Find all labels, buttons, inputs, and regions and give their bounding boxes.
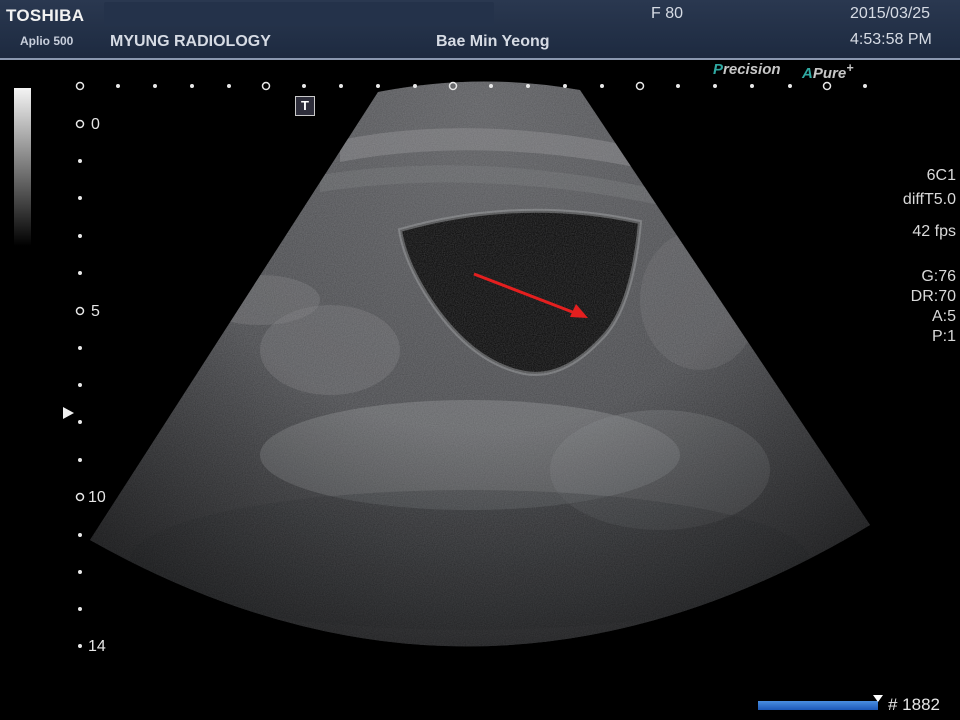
precision-mode-label: Precision: [713, 61, 781, 78]
depth-label-5: 5: [91, 303, 100, 320]
dynamic-range-label: DR:70: [910, 288, 956, 305]
cine-position-marker-icon[interactable]: [873, 695, 883, 702]
depth-label-0: 0: [91, 116, 100, 133]
p-param-label: P:1: [931, 328, 956, 345]
cine-progress-bar[interactable]: [758, 701, 878, 710]
probe-label: 6C1: [926, 167, 956, 184]
focus-marker-icon: [63, 407, 74, 419]
gain-label: G:76: [921, 268, 956, 285]
apure-mode-label: APure+: [802, 61, 854, 82]
a-param-label: A:5: [931, 308, 956, 325]
ultrasound-image: [75, 81, 870, 648]
text-annotation-icon[interactable]: T: [295, 96, 315, 116]
frame-count: # 1882: [888, 695, 940, 714]
depth-label-14: 14: [88, 638, 106, 655]
depth-scale-ticks: [75, 119, 85, 648]
harmonic-mode-label: diffT5.0: [902, 191, 956, 208]
fps-label: 42 fps: [912, 223, 956, 240]
depth-label-10: 10: [88, 489, 106, 506]
grayscale-bar: [14, 88, 31, 246]
